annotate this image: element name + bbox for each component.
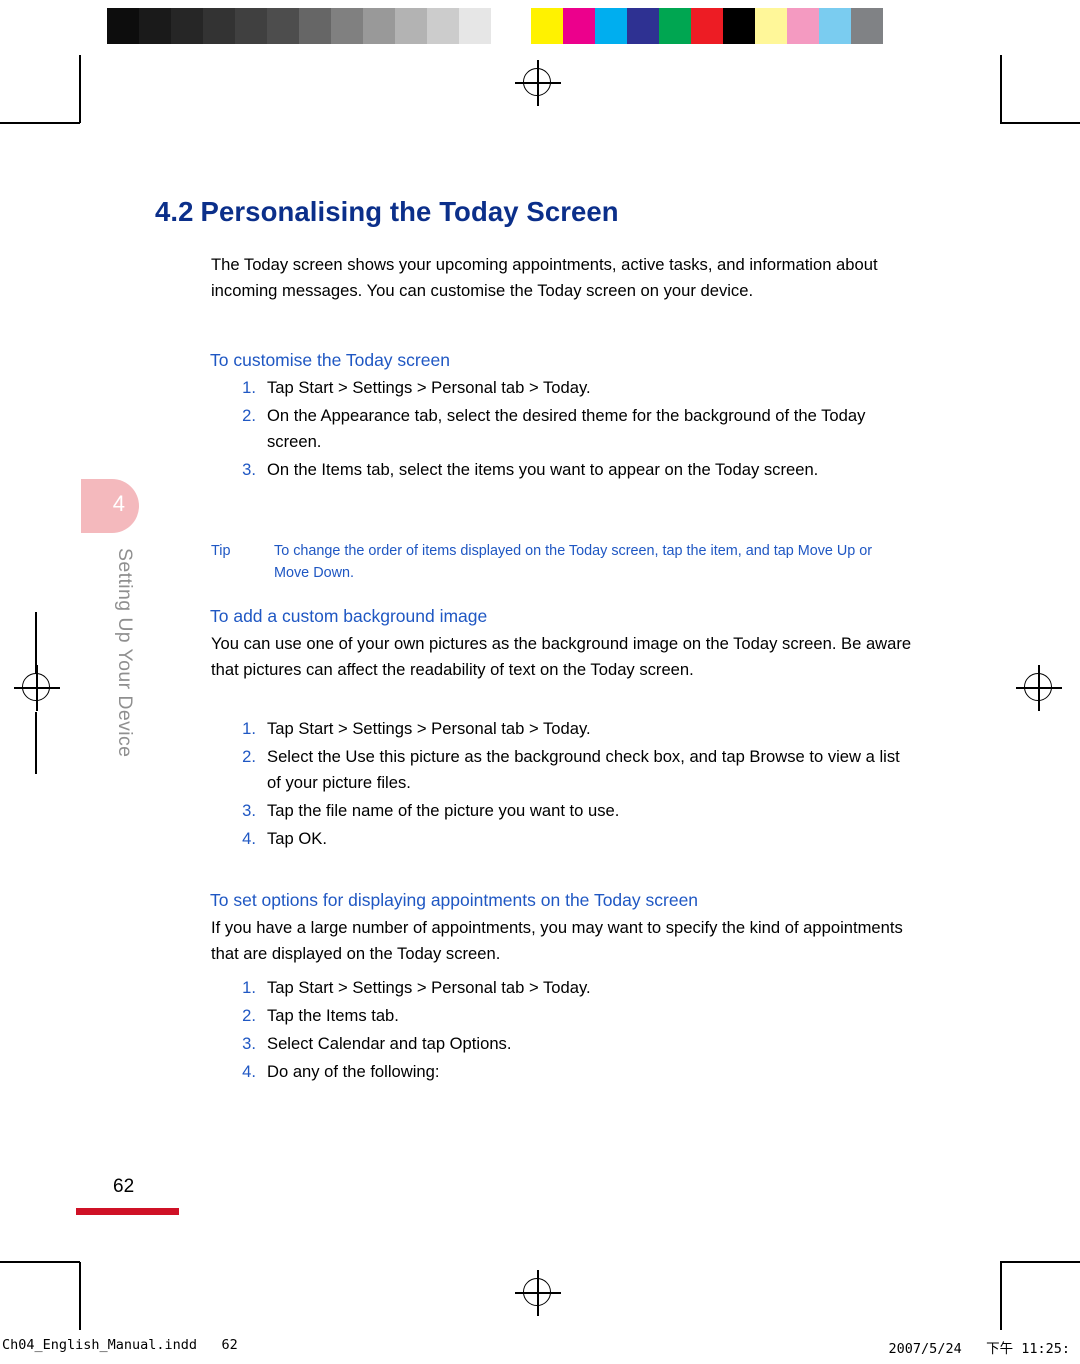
list-item: 3. On the Items tab, select the items yo… (228, 457, 918, 483)
steps-appointment-options: 1. Tap Start > Settings > Personal tab >… (228, 975, 918, 1087)
subheading-customise-today: To customise the Today screen (210, 350, 450, 370)
subheading-appointment-options: To set options for displaying appointmen… (210, 890, 699, 910)
print-footer-folio: 62 (221, 1337, 238, 1353)
list-text: On the Items tab, select the items you w… (267, 460, 819, 479)
list-marker: 2. (242, 1006, 256, 1025)
list-text: On the Appearance tab, select the desire… (267, 406, 866, 451)
print-footer-right: 2007/5/24 下午 11:25: (889, 1337, 1070, 1357)
list-marker: 3. (242, 1034, 256, 1053)
manual-page: 4.2 Personalising the Today Screen The To… (0, 0, 1080, 1364)
list-item: 2. Tap the Items tab. (228, 1003, 918, 1029)
paragraph-custom-background: You can use one of your own pictures as … (211, 634, 912, 679)
list-item: 3. Tap the file name of the picture you … (228, 798, 918, 824)
print-footer-time: 下午 11:25: (986, 1341, 1070, 1357)
list-item: 2. On the Appearance tab, select the des… (228, 403, 918, 455)
list-marker: 2. (242, 406, 256, 425)
intro-paragraph: The Today screen shows your upcoming app… (211, 255, 878, 300)
list-text: Tap OK. (267, 829, 327, 848)
list-item: 3. Select Calendar and tap Options. (228, 1031, 918, 1057)
list-text: Select the Use this picture as the backg… (267, 747, 900, 792)
list-marker: 3. (242, 801, 256, 820)
page-number-rule (76, 1208, 179, 1215)
page-number: 62 (113, 1176, 135, 1197)
section-title-text: Personalising the Today Screen (200, 196, 619, 227)
print-footer-date: 2007/5/24 (888, 1341, 962, 1357)
print-footer-left: Ch04_English_Manual.indd 62 (2, 1337, 238, 1353)
list-marker: 3. (242, 460, 256, 479)
list-text: Tap the file name of the picture you wan… (267, 801, 620, 820)
chapter-tab-number: 4 (112, 491, 125, 516)
list-item: 4. Tap OK. (228, 826, 918, 852)
list-text: Tap Start > Settings > Personal tab > To… (267, 978, 591, 997)
chapter-tab: 4 (81, 479, 139, 533)
list-text: Select Calendar and tap Options. (267, 1034, 512, 1053)
list-marker: 1. (242, 719, 256, 738)
tip-box: Tip To change the order of items display… (211, 540, 911, 584)
section-number: 4.2 (155, 196, 194, 227)
list-text: Tap the Items tab. (267, 1006, 399, 1025)
chapter-vertical-label: Setting Up Your Device (114, 548, 136, 758)
list-item: 4. Do any of the following: (228, 1059, 918, 1085)
print-footer-filename: Ch04_English_Manual.indd (2, 1337, 198, 1353)
list-item: 2. Select the Use this picture as the ba… (228, 744, 918, 796)
list-item: 1. Tap Start > Settings > Personal tab >… (228, 375, 918, 401)
list-item: 1. Tap Start > Settings > Personal tab >… (228, 975, 918, 1001)
steps-custom-background: 1. Tap Start > Settings > Personal tab >… (228, 716, 918, 854)
list-marker: 4. (242, 1062, 256, 1081)
list-item: 1. Tap Start > Settings > Personal tab >… (228, 716, 918, 742)
list-text: Do any of the following: (267, 1062, 440, 1081)
list-marker: 4. (242, 829, 256, 848)
list-marker: 1. (242, 978, 256, 997)
steps-customise-today: 1. Tap Start > Settings > Personal tab >… (228, 375, 918, 485)
paragraph-appointment-options: If you have a large number of appointmen… (211, 918, 903, 963)
list-text: Tap Start > Settings > Personal tab > To… (267, 378, 591, 397)
subheading-custom-background: To add a custom background image (210, 606, 488, 626)
tip-text: To change the order of items displayed o… (274, 543, 873, 581)
list-text: Tap Start > Settings > Personal tab > To… (267, 719, 591, 738)
list-marker: 1. (242, 378, 256, 397)
list-marker: 2. (242, 747, 256, 766)
page-title: 4.2 Personalising the Today Screen (155, 196, 619, 228)
tip-label: Tip (211, 543, 231, 559)
